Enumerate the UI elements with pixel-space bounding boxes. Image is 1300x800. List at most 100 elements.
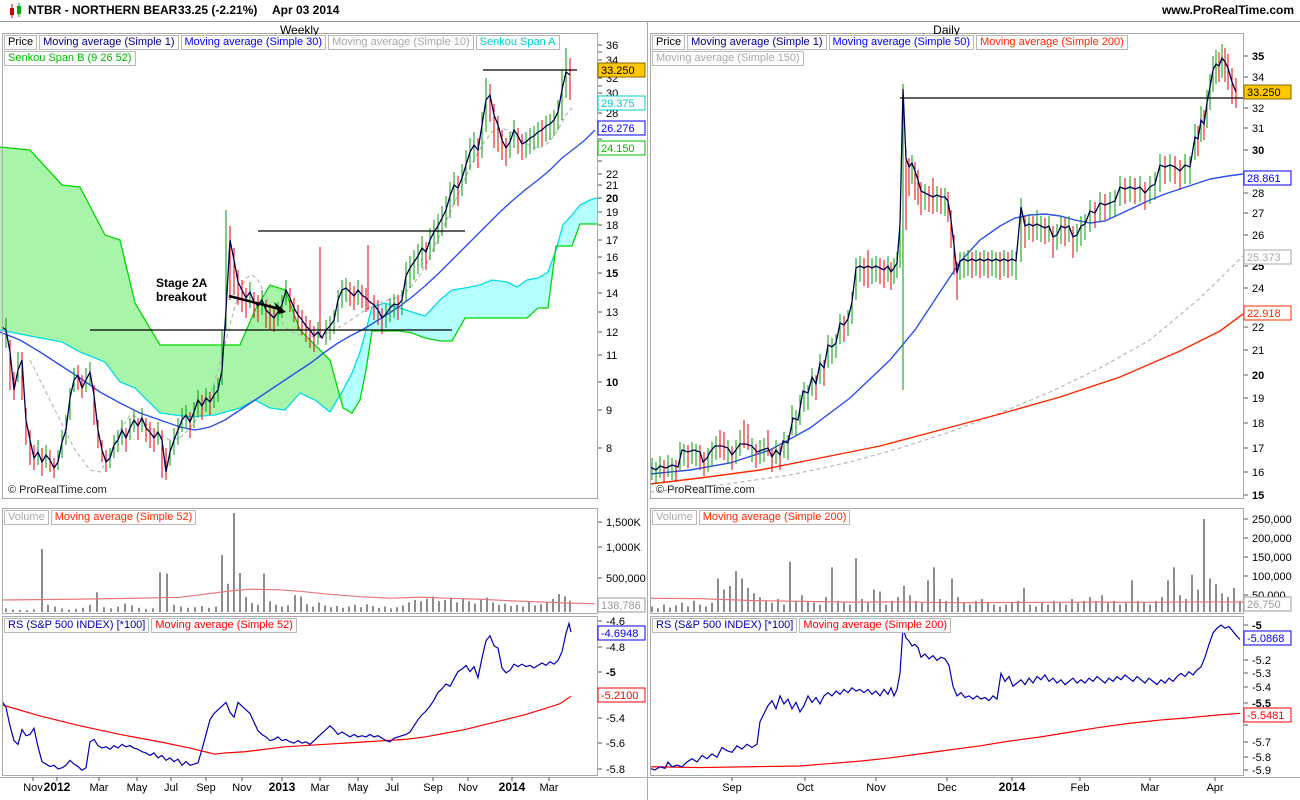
axis-value-text: -5.0868 — [1247, 633, 1284, 645]
x-tick-label: Mar — [311, 782, 330, 794]
y-tick-label: -5 — [1252, 620, 1262, 632]
y-tick-label: 19 — [1252, 393, 1264, 405]
axis-value-text: 138,786 — [601, 600, 641, 612]
x-tick-label: Mar — [1141, 782, 1160, 794]
axis-value-text: 24.150 — [601, 143, 635, 155]
x-tick-label: Jul — [164, 782, 178, 794]
y-tick-label: 12 — [606, 327, 618, 339]
legend-chip[interactable]: RS (S&P 500 INDEX) [*100] — [4, 618, 150, 633]
legend-chip[interactable]: Moving average (Simple 150) — [652, 51, 804, 66]
legend-chip[interactable]: Senkou Span B (9 26 52) — [4, 51, 136, 66]
legend-chip[interactable]: Moving average (Simple 200) — [698, 510, 851, 525]
legend-chip[interactable]: Moving average (Simple 10) — [328, 35, 474, 50]
y-tick-label: 27 — [1252, 208, 1264, 220]
y-tick-label: 16 — [1252, 467, 1264, 479]
x-tick-label: 2013 — [269, 780, 296, 794]
y-tick-label: 30 — [1252, 145, 1264, 157]
legend-chip[interactable]: Volume — [4, 510, 49, 525]
x-tick-label: Jul — [385, 782, 399, 794]
x-tick-label: Dec — [937, 782, 957, 794]
y-tick-label: 10 — [606, 377, 618, 389]
y-tick-label: 20 — [1252, 370, 1264, 382]
y-tick-label: 26 — [1252, 230, 1264, 242]
y-tick-label: 200,000 — [1252, 533, 1292, 545]
y-tick-label: 16 — [606, 252, 618, 264]
y-tick-label: 24 — [1252, 283, 1264, 295]
axis-value-text: -4.6948 — [601, 628, 638, 640]
axis-value-text: 25.373 — [1247, 252, 1281, 264]
legend-chip[interactable]: Moving average (Simple 52) — [50, 510, 197, 525]
legend-chip[interactable]: Moving average (Simple 30) — [180, 35, 327, 50]
y-tick-label: -5.4 — [1252, 682, 1271, 694]
x-tick-label: May — [127, 782, 148, 794]
x-tick-label: Oct — [796, 782, 813, 794]
x-tick-label: Nov — [866, 782, 886, 794]
y-tick-label: 22 — [1252, 322, 1264, 334]
x-tick-label: 2014 — [999, 780, 1026, 794]
y-tick-label: 28 — [1252, 188, 1264, 200]
legend-chip[interactable]: Moving average (Simple 200) — [799, 618, 952, 633]
panel-border-rs-daily — [650, 616, 1244, 776]
y-tick-label: 1,500K — [606, 517, 642, 529]
y-tick-label: 20 — [606, 193, 618, 205]
y-tick-label: 17 — [606, 235, 618, 247]
y-tick-label: 9 — [606, 405, 612, 417]
panel-border-rs-weekly — [2, 616, 598, 776]
x-tick-label: Feb — [1071, 782, 1090, 794]
axis-value-text: 22.918 — [1247, 308, 1281, 320]
x-tick-label: Sep — [722, 782, 742, 794]
legend-group-2: Volume Moving average (Simple 52) — [4, 510, 198, 526]
y-tick-label: -5.7 — [1252, 737, 1271, 749]
x-tick-label: Nov — [458, 782, 478, 794]
axis-value-text: 33.250 — [1247, 87, 1281, 99]
x-tick-label: 2012 — [44, 780, 71, 794]
copyright-watermark-right: © ProRealTime.com — [656, 484, 755, 496]
y-tick-label: 21 — [1252, 345, 1264, 357]
y-tick-label: -4.8 — [606, 642, 625, 654]
y-tick-label: 15 — [606, 268, 618, 280]
y-tick-label: 8 — [606, 443, 612, 455]
y-tick-label: 31 — [1252, 123, 1264, 135]
y-tick-label: 13 — [606, 307, 618, 319]
legend-group-3: Volume Moving average (Simple 200) — [652, 510, 852, 526]
y-tick-label: 18 — [1252, 418, 1264, 430]
axis-value-text: 33.250 — [601, 65, 635, 77]
axis-value-text: 29.375 — [601, 98, 635, 110]
legend-chip[interactable]: Moving average (Simple 52) — [151, 618, 297, 633]
legend-chip[interactable]: Moving average (Simple 1) — [39, 35, 179, 50]
legend-chip[interactable]: Senkou Span A — [475, 35, 560, 50]
y-tick-label: 17 — [1252, 443, 1264, 455]
legend-chip[interactable]: Volume — [652, 510, 697, 525]
legend-group-4: RS (S&P 500 INDEX) [*100] Moving average … — [4, 618, 299, 634]
charts-canvas: 3634323028222120191817161514131211109833… — [0, 21, 1300, 800]
legend-group-1: Price Moving average (Simple 1) Moving ave… — [652, 35, 1130, 67]
x-tick-label: Mar — [90, 782, 109, 794]
stage-2a-annotation: Stage 2A breakout — [156, 276, 208, 304]
y-tick-label: 14 — [606, 288, 618, 300]
y-tick-label: -5.3 — [1252, 668, 1271, 680]
legend-chip[interactable]: Moving average (Simple 50) — [828, 35, 975, 50]
legend-group-0: Price Moving average (Simple 1) Moving ave… — [4, 35, 562, 67]
y-tick-label: 1,000K — [606, 542, 642, 554]
y-tick-label: -5.4 — [606, 713, 625, 725]
legend-chip[interactable]: Moving average (Simple 1) — [687, 35, 827, 50]
y-tick-label: 150,000 — [1252, 552, 1292, 564]
legend-chip[interactable]: Price — [4, 35, 38, 50]
y-tick-label: 21 — [606, 180, 618, 192]
axis-value-text: 26,750 — [1247, 599, 1281, 611]
y-tick-label: 11 — [606, 350, 617, 362]
y-tick-label: -5.2 — [1252, 655, 1271, 667]
y-tick-label: 18 — [606, 220, 618, 232]
legend-chip[interactable]: RS (S&P 500 INDEX) [*100] — [652, 618, 798, 633]
x-tick-label: Nov — [23, 782, 43, 794]
y-tick-label: 36 — [606, 40, 618, 52]
legend-chip[interactable]: Price — [652, 35, 686, 50]
x-tick-label: Sep — [196, 782, 216, 794]
x-tick-label: Apr — [1206, 782, 1223, 794]
y-tick-label: 35 — [1252, 51, 1264, 63]
y-tick-label: 500,000 — [606, 573, 646, 585]
legend-chip[interactable]: Moving average (Simple 200) — [976, 35, 1128, 50]
axis-value-text: -5.5481 — [1247, 710, 1284, 722]
x-tick-label: Sep — [423, 782, 443, 794]
y-tick-label: 32 — [1252, 103, 1264, 115]
